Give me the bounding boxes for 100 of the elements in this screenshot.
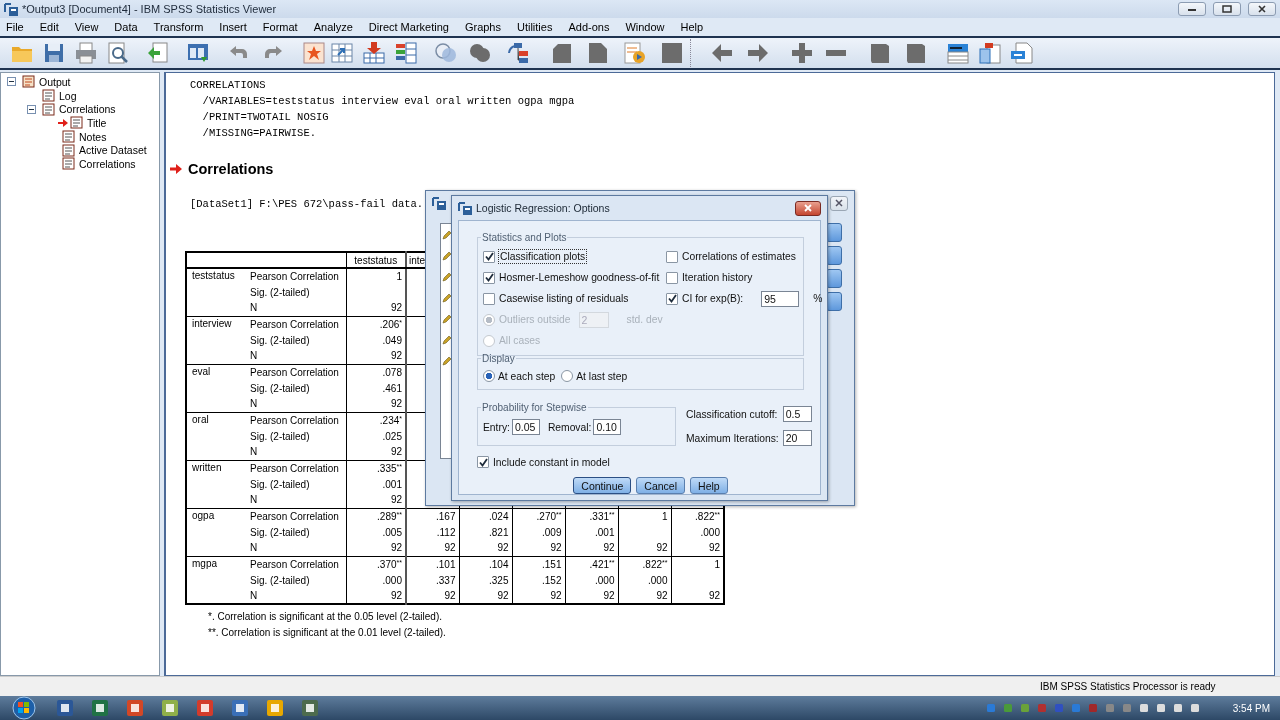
printer-icon[interactable] bbox=[74, 41, 98, 65]
book-icon[interactable] bbox=[904, 41, 928, 65]
table-cell: .000 bbox=[648, 574, 668, 586]
table-cell: 92 bbox=[497, 542, 509, 554]
circles-icon[interactable] bbox=[434, 41, 458, 65]
output-icon bbox=[22, 75, 35, 89]
menu-item[interactable]: Data bbox=[108, 21, 145, 33]
menu-item[interactable]: Window bbox=[619, 21, 672, 33]
document-icon bbox=[62, 143, 75, 157]
close-button[interactable] bbox=[1248, 2, 1276, 16]
menu-item[interactable]: Direct Marketing bbox=[362, 21, 456, 33]
table-cell: 92 bbox=[390, 398, 402, 410]
dialog-button[interactable]: Continue bbox=[573, 477, 632, 494]
number-field[interactable]: 0.10 bbox=[593, 419, 622, 435]
export-icon[interactable] bbox=[146, 41, 170, 65]
statistic-label: Pearson Correlation bbox=[250, 366, 339, 378]
table-cell: 92 bbox=[708, 542, 720, 554]
syntax-line: /PRINT=TWOTAIL NOSIG bbox=[201, 110, 330, 125]
variable-list-icon[interactable] bbox=[394, 41, 418, 65]
header-list-icon[interactable] bbox=[946, 41, 970, 65]
statistic-label: N bbox=[250, 542, 258, 554]
menu-item[interactable]: Help bbox=[674, 21, 711, 33]
app-tile-icon[interactable] bbox=[197, 700, 213, 716]
menu-item[interactable]: Format bbox=[256, 21, 305, 33]
app-tile-icon[interactable] bbox=[57, 700, 73, 716]
collapse-icon[interactable] bbox=[7, 77, 16, 87]
radio-button[interactable] bbox=[561, 370, 574, 382]
table-cell: 92 bbox=[390, 350, 402, 362]
tree-item[interactable]: Title bbox=[87, 116, 107, 129]
statistic-label: Pearson Correlation bbox=[250, 558, 339, 570]
tree-item[interactable]: Correlations bbox=[59, 103, 116, 116]
app-tile-icon[interactable] bbox=[127, 700, 143, 716]
tree-item[interactable]: Notes bbox=[79, 130, 107, 143]
collapse-icon[interactable] bbox=[27, 104, 36, 114]
menu-item[interactable]: Transform bbox=[147, 21, 211, 33]
number-field[interactable]: 20 bbox=[782, 430, 812, 446]
tree-item[interactable]: Output bbox=[39, 75, 71, 88]
tree-item[interactable]: Active Dataset bbox=[79, 144, 147, 157]
checkbox[interactable] bbox=[477, 456, 489, 468]
preview-icon[interactable] bbox=[106, 41, 130, 65]
app-tile-icon[interactable] bbox=[302, 700, 318, 716]
book-icon[interactable] bbox=[868, 41, 892, 65]
maximize-button[interactable] bbox=[1213, 2, 1241, 16]
menu-item[interactable]: Add-ons bbox=[562, 21, 617, 33]
menu-item[interactable]: View bbox=[68, 21, 106, 33]
document-icon bbox=[62, 157, 75, 171]
menu-item[interactable]: File bbox=[0, 21, 31, 33]
statistic-label: Sig. (2-tailed) bbox=[250, 286, 310, 298]
arrow-right-icon[interactable] bbox=[746, 41, 770, 65]
number-field[interactable]: 0.5 bbox=[782, 406, 812, 422]
tray-icon[interactable] bbox=[1138, 703, 1149, 713]
number-field[interactable]: 95 bbox=[761, 290, 800, 307]
app-tile-icon[interactable] bbox=[267, 700, 283, 716]
menu-item[interactable]: Utilities bbox=[511, 21, 560, 33]
tree-item[interactable]: Log bbox=[59, 89, 77, 102]
app-tile-icon[interactable] bbox=[232, 700, 248, 716]
app-tile-icon[interactable] bbox=[92, 700, 108, 716]
option-label: Correlations of estimates bbox=[682, 251, 796, 262]
checkbox[interactable] bbox=[483, 250, 495, 263]
plus-icon[interactable] bbox=[790, 41, 814, 65]
statistic-label: Pearson Correlation bbox=[250, 414, 339, 426]
checkbox[interactable] bbox=[666, 271, 678, 284]
tray-icon[interactable] bbox=[1172, 703, 1183, 713]
checkbox[interactable] bbox=[483, 292, 495, 305]
save-icon[interactable] bbox=[42, 41, 66, 65]
tray-icon[interactable] bbox=[1155, 703, 1166, 713]
tray-icon[interactable] bbox=[1019, 703, 1030, 713]
page-icon[interactable] bbox=[550, 41, 574, 65]
number-field[interactable]: 0.05 bbox=[511, 419, 540, 435]
pencil-icon bbox=[442, 251, 452, 261]
minimize-button[interactable] bbox=[1178, 2, 1206, 16]
tree-chart-icon[interactable] bbox=[506, 41, 530, 65]
tray-icon[interactable] bbox=[1189, 703, 1200, 713]
page-icon[interactable] bbox=[586, 41, 610, 65]
clock[interactable]: 3:54 PM bbox=[1232, 702, 1270, 714]
table-arrow-icon[interactable] bbox=[330, 41, 354, 65]
menu-item[interactable]: Edit bbox=[33, 21, 66, 33]
tree-item[interactable]: Correlations bbox=[79, 157, 136, 170]
checkbox[interactable] bbox=[483, 271, 495, 284]
documents-icon[interactable] bbox=[978, 41, 1002, 65]
close-button[interactable] bbox=[830, 195, 848, 211]
dialog-button[interactable]: Cancel bbox=[636, 477, 686, 494]
menu-item[interactable]: Graphs bbox=[458, 21, 508, 33]
document-play-icon[interactable] bbox=[622, 41, 646, 65]
app-tile-icon[interactable] bbox=[162, 700, 178, 716]
insert-row-icon[interactable] bbox=[362, 41, 386, 65]
table-cell: 92 bbox=[656, 542, 668, 554]
dialog-button[interactable]: Help bbox=[690, 477, 728, 494]
radio-button[interactable] bbox=[483, 370, 495, 382]
checkbox[interactable] bbox=[666, 250, 678, 263]
group-label: Display bbox=[481, 353, 516, 364]
document-export-icon[interactable] bbox=[1010, 41, 1034, 65]
footnote: **. Correlation is significant at the 0.01 level (2-tailed). bbox=[208, 626, 447, 640]
menu-item[interactable]: Analyze bbox=[307, 21, 360, 33]
circles-icon[interactable] bbox=[468, 41, 492, 65]
menu-item[interactable]: Insert bbox=[213, 21, 254, 33]
square-icon[interactable] bbox=[660, 41, 684, 65]
start-button[interactable] bbox=[10, 696, 38, 720]
close-button[interactable] bbox=[795, 200, 821, 216]
checkbox[interactable] bbox=[666, 292, 678, 305]
